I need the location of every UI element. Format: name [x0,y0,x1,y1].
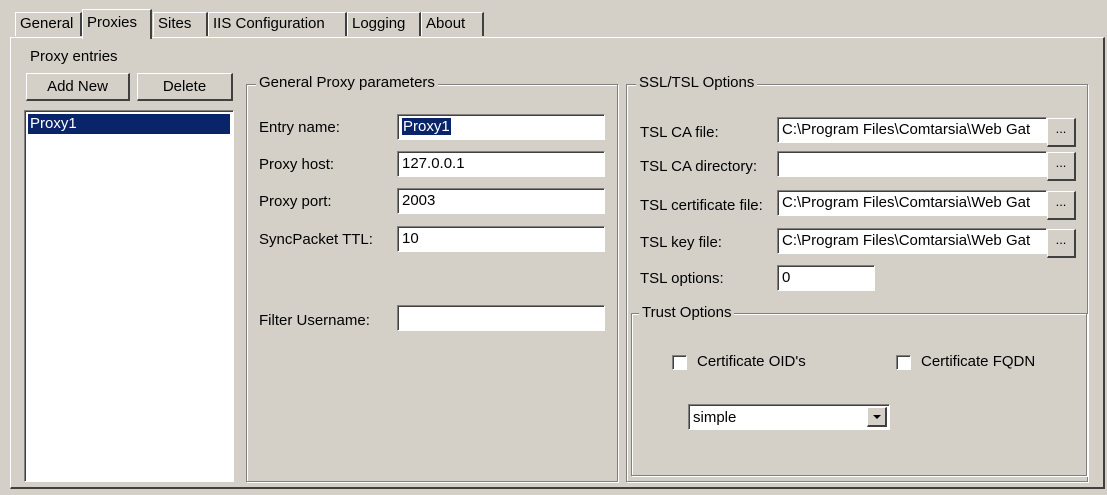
ca-file-browse-button[interactable]: ... [1047,118,1076,147]
proxy-port-label: Proxy port: [259,193,332,210]
add-new-label: Add New [47,78,108,95]
ssl-options-title: SSL/TSL Options [636,75,758,91]
tab-label: About [426,15,466,32]
certificate-oid-label: Certificate OID's [697,353,806,370]
tsl-options-label: TSL options: [640,270,724,287]
tab-iis-configuration[interactable]: IIS Configuration [208,12,347,36]
certificate-fqdn-label: Certificate FQDN [921,353,1036,370]
delete-button[interactable]: Delete [137,73,233,101]
proxy-port-field[interactable]: 2003 [397,188,605,214]
tsl-options-field[interactable]: 0 [777,265,875,291]
general-proxy-title: General Proxy parameters [256,75,438,91]
trust-options-title: Trust Options [639,305,735,321]
browse-label: ... [1055,194,1067,209]
tab-proxies[interactable]: Proxies [82,9,152,39]
browse-label: ... [1055,232,1067,247]
ca-file-value: C:\Program Files\Comtarsia\Web Gat [782,121,1031,138]
ca-dir-label: TSL CA directory: [640,158,757,175]
ca-file-field[interactable]: C:\Program Files\Comtarsia\Web Gat [777,117,1047,143]
cert-file-value: C:\Program Files\Comtarsia\Web Gat [782,194,1031,211]
sync-ttl-label: SyncPacket TTL: [259,231,373,248]
ca-dir-field[interactable] [777,151,1047,177]
certificate-oid-checkbox[interactable] [672,355,687,370]
key-file-label: TSL key file: [640,234,722,251]
chevron-down-icon [873,415,881,419]
cert-file-label: TSL certificate file: [640,197,763,214]
tab-about[interactable]: About [421,12,484,36]
tab-label: General [20,15,74,32]
entry-name-value: Proxy1 [402,118,451,135]
tab-sites[interactable]: Sites [153,12,208,36]
ca-file-label: TSL CA file: [640,124,719,141]
trust-mode-select[interactable]: simple [688,404,890,430]
proxy-entries-label: Proxy entries [30,48,118,65]
entry-name-label: Entry name: [259,119,340,136]
browse-label: ... [1055,155,1067,170]
delete-label: Delete [162,78,207,95]
proxy-host-label: Proxy host: [259,156,335,173]
filter-username-field[interactable] [397,305,605,331]
entry-name-field[interactable]: Proxy1 [397,114,605,140]
add-new-button[interactable]: Add New [26,73,130,101]
ca-dir-browse-button[interactable]: ... [1047,152,1076,181]
trust-options-group [631,313,1087,476]
tab-label: Proxies [87,14,138,31]
list-item-label: Proxy1 [30,115,77,132]
proxy-port-value: 2003 [402,192,436,209]
certificate-fqdn-checkbox[interactable] [896,355,911,370]
filter-username-label: Filter Username: [259,312,370,329]
proxy-host-value: 127.0.0.1 [402,155,465,172]
sync-ttl-value: 10 [402,230,419,247]
tab-label: IIS Configuration [213,15,325,32]
key-file-browse-button[interactable]: ... [1047,229,1076,258]
tab-logging[interactable]: Logging [347,12,421,36]
browse-label: ... [1055,121,1067,136]
tsl-options-value: 0 [782,269,791,286]
cert-file-browse-button[interactable]: ... [1047,191,1076,220]
key-file-field[interactable]: C:\Program Files\Comtarsia\Web Gat [777,228,1047,254]
list-item[interactable]: Proxy1 [28,114,230,134]
tab-general[interactable]: General [15,12,82,36]
cert-file-field[interactable]: C:\Program Files\Comtarsia\Web Gat [777,190,1047,216]
proxy-host-field[interactable]: 127.0.0.1 [397,151,605,177]
key-file-value: C:\Program Files\Comtarsia\Web Gat [782,232,1031,249]
tab-label: Sites [158,15,192,32]
tab-label: Logging [352,15,406,32]
dropdown-button[interactable] [867,407,887,427]
proxy-list[interactable]: Proxy1 [24,110,234,482]
trust-mode-value: simple [693,409,737,426]
sync-ttl-field[interactable]: 10 [397,226,605,252]
general-proxy-group [246,84,618,482]
